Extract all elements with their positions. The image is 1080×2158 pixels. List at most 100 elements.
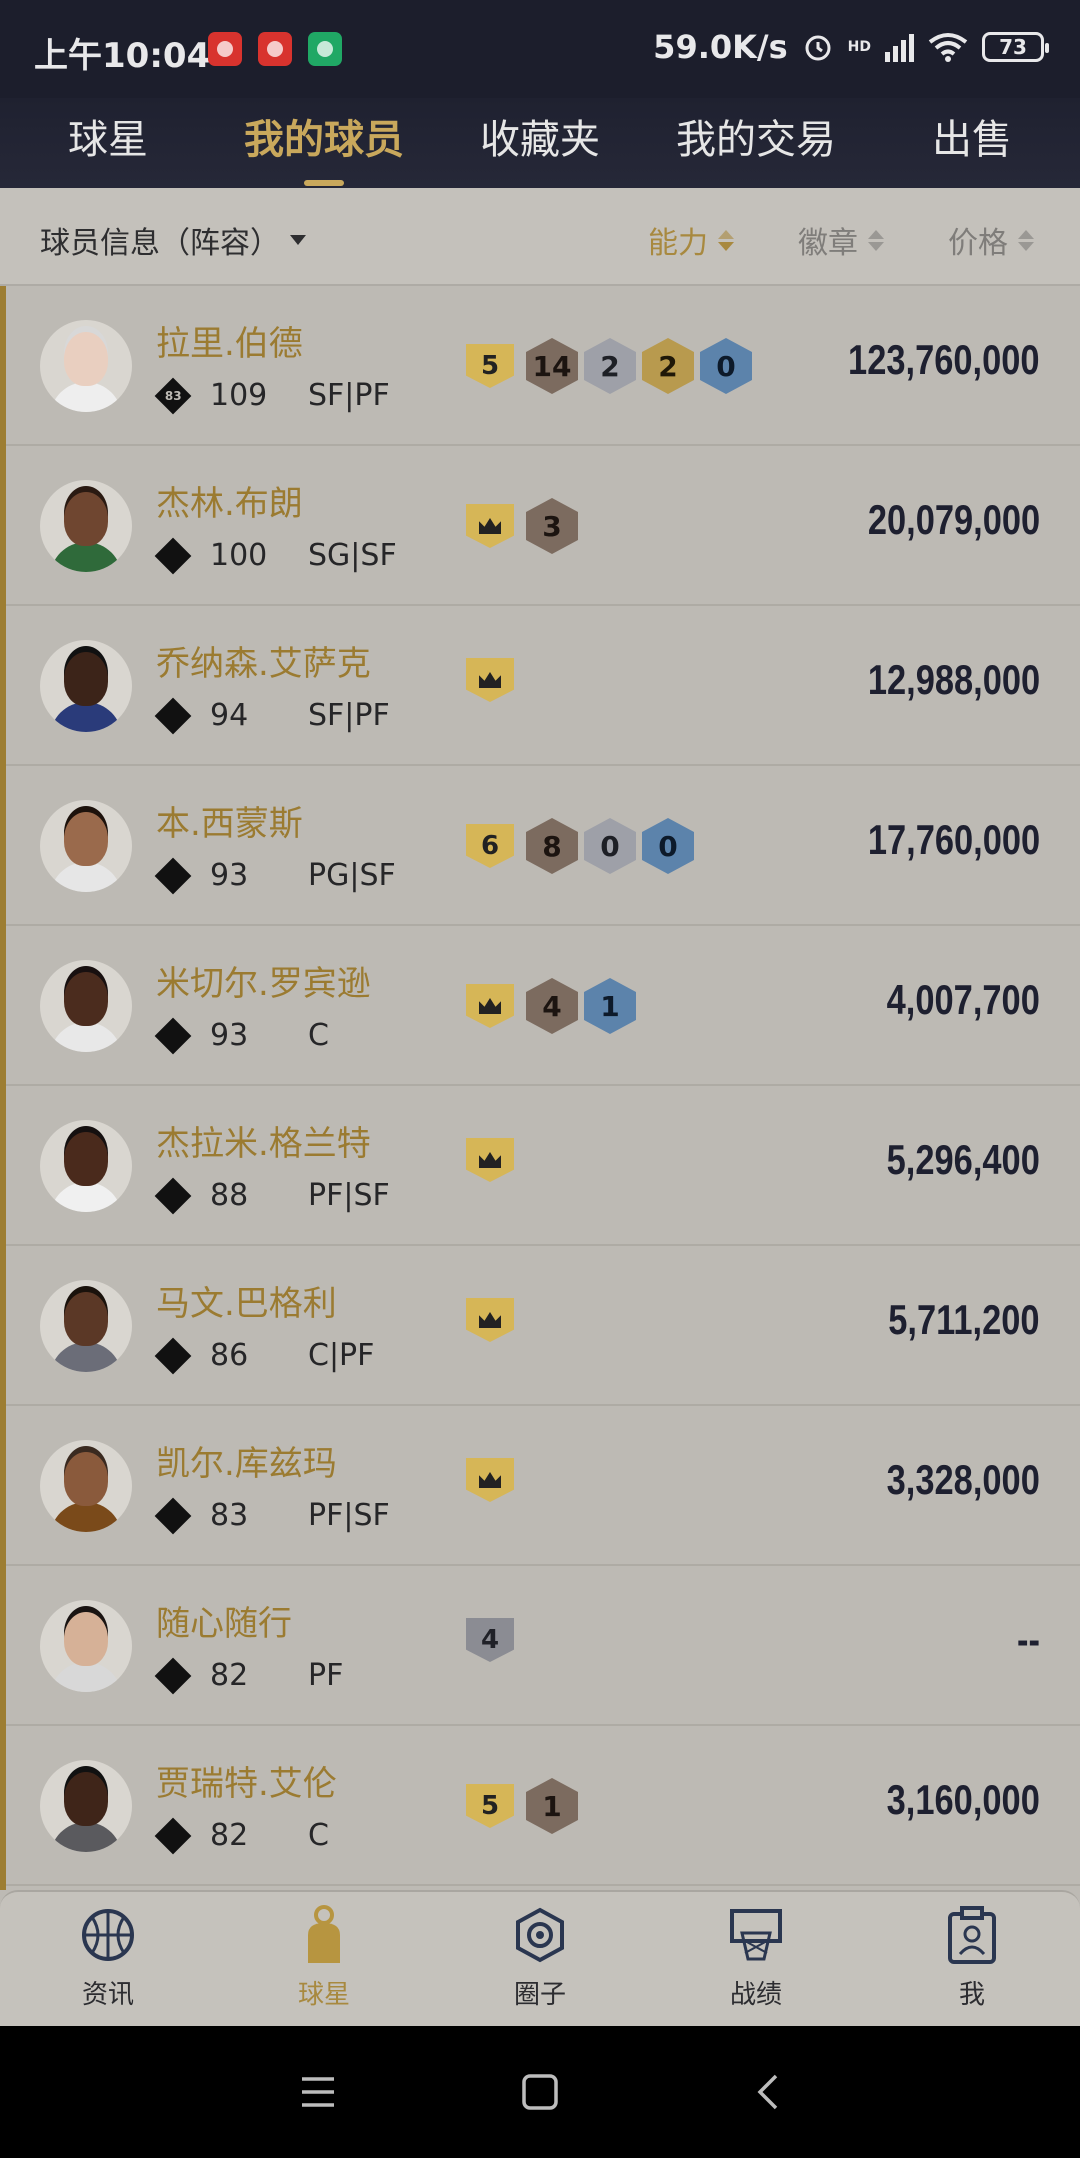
player-name: 马文.巴格利	[156, 1284, 337, 1324]
badge-group: 41	[466, 978, 636, 1034]
notification-app-icon	[258, 32, 292, 66]
bronze-badge-count: 4	[526, 978, 578, 1034]
blue-badge-count: 0	[700, 338, 752, 394]
badge-group: 5 14 2 2 0	[466, 338, 752, 394]
player-info: 82 C	[154, 1817, 329, 1854]
player-info: 88 PF|SF	[154, 1177, 390, 1214]
caret-down-icon	[290, 235, 306, 245]
player-row[interactable]: 拉里.伯德 83 109 SF|PF 5 14 2 2 0 123,760,000	[0, 286, 1080, 446]
rating-diamond-icon: 83	[154, 377, 192, 414]
nav-circle[interactable]: 圈子	[432, 1892, 648, 2026]
player-avatar	[40, 1600, 132, 1692]
player-price: 20,079,000	[867, 496, 1040, 543]
player-position: PG|SF	[308, 858, 396, 893]
player-position: C|PF	[308, 1338, 375, 1373]
tab-my-players[interactable]: 我的球员	[216, 98, 432, 188]
sort-price[interactable]: 价格	[948, 218, 1034, 262]
rating-diamond-icon	[154, 1337, 192, 1374]
crown-tier-icon	[466, 504, 514, 548]
player-row[interactable]: 米切尔.罗宾逊 93 C 4 1 4,007,700	[0, 926, 1080, 1086]
nav-me[interactable]: 我	[864, 1892, 1080, 2026]
player-avatar	[40, 1280, 132, 1372]
player-row[interactable]: 乔纳森.艾萨克 94 SF|PF 12,988,000	[0, 606, 1080, 766]
player-price: 5,711,200	[888, 1296, 1040, 1343]
player-avatar	[40, 1760, 132, 1852]
nav-record[interactable]: 战绩	[648, 1892, 864, 2026]
bronze-badge-count: 14	[526, 338, 578, 394]
rating-diamond-icon	[154, 1017, 192, 1054]
player-overall: 100	[210, 538, 268, 573]
tab-stars[interactable]: 球星	[0, 98, 216, 188]
nav-news[interactable]: 资讯	[0, 1892, 216, 2026]
badge-group: 6800	[466, 818, 694, 874]
player-position: SF|PF	[308, 698, 390, 733]
player-overall: 86	[210, 1338, 249, 1373]
tab-my-trades[interactable]: 我的交易	[648, 98, 864, 188]
gold-badge-count: 2	[642, 338, 694, 394]
rating-diamond-icon	[154, 857, 192, 894]
badge-group	[466, 1298, 520, 1342]
home-icon[interactable]	[514, 2066, 566, 2118]
alarm-icon	[805, 35, 831, 61]
player-position: PF	[308, 1658, 344, 1693]
player-avatar	[40, 320, 132, 412]
bottom-nav: 资讯 球星 圈子 战绩 我	[0, 1890, 1080, 2026]
silver-badge-count: 2	[584, 338, 636, 394]
battery-icon: 73	[982, 32, 1049, 62]
rating-diamond-icon	[154, 1497, 192, 1534]
nav-stars[interactable]: 球星	[216, 1892, 432, 2026]
player-row[interactable]: 贾瑞特.艾伦 82 C 5 1 3,160,000	[0, 1726, 1080, 1886]
player-name: 凯尔.库兹玛	[156, 1444, 337, 1484]
tab-sell[interactable]: 出售	[864, 98, 1080, 188]
sort-bar: 球员信息（阵容） 能力 徽章 价格	[0, 188, 1080, 286]
player-price: 5,296,400	[886, 1136, 1040, 1183]
sort-arrows-icon	[868, 229, 884, 251]
player-position: C	[308, 1018, 329, 1053]
notification-app-icon	[208, 32, 242, 66]
player-row[interactable]: 杰林.布朗 100 SG|SF 3 20,079,000	[0, 446, 1080, 606]
player-info: 93 C	[154, 1017, 329, 1054]
player-info: 100 SG|SF	[154, 537, 397, 574]
player-position: C	[308, 1818, 329, 1853]
player-name: 乔纳森.艾萨克	[156, 644, 371, 684]
player-overall: 94	[210, 698, 249, 733]
player-row[interactable]: 随心随行 82 PF 4 --	[0, 1566, 1080, 1726]
player-overall: 93	[210, 1018, 249, 1053]
player-avatar	[40, 800, 132, 892]
badge-group	[466, 1458, 520, 1502]
sort-player-info[interactable]: 球员信息（阵容）	[40, 218, 306, 262]
rating-diamond-icon	[154, 697, 192, 734]
player-price: --	[1017, 1616, 1040, 1663]
player-row[interactable]: 马文.巴格利 86 C|PF 5,711,200	[0, 1246, 1080, 1406]
sort-ability[interactable]: 能力	[648, 218, 734, 262]
player-info: 83 109 SF|PF	[154, 377, 390, 414]
circle-icon	[511, 1906, 569, 1964]
menu-icon[interactable]	[292, 2066, 344, 2118]
player-price: 3,160,000	[886, 1776, 1040, 1823]
player-row[interactable]: 凯尔.库兹玛 83 PF|SF 3,328,000	[0, 1406, 1080, 1566]
player-row[interactable]: 本.西蒙斯 93 PG|SF 6 8 0 0 17,760,000	[0, 766, 1080, 926]
player-info: 82 PF	[154, 1657, 344, 1694]
player-name: 贾瑞特.艾伦	[156, 1764, 337, 1804]
hoop-icon	[727, 1906, 785, 1964]
badge-group	[466, 1138, 520, 1182]
player-position: SF|PF	[308, 378, 390, 413]
tab-favorites[interactable]: 收藏夹	[432, 98, 648, 188]
blue-badge-count: 0	[642, 818, 694, 874]
sort-badge[interactable]: 徽章	[798, 218, 884, 262]
top-tab-bar: 球星 我的球员 收藏夹 我的交易 出售	[0, 98, 1080, 188]
player-avatar	[40, 1120, 132, 1212]
player-row[interactable]: 杰拉米.格兰特 88 PF|SF 5,296,400	[0, 1086, 1080, 1246]
player-price: 3,328,000	[886, 1456, 1040, 1503]
badge-group	[466, 658, 520, 702]
crown-tier-icon	[466, 1458, 514, 1502]
crown-tier-icon	[466, 1138, 514, 1182]
player-list[interactable]: 拉里.伯德 83 109 SF|PF 5 14 2 2 0 123,760,000 杰林.布朗 100…	[0, 286, 1080, 1890]
player-position: SG|SF	[308, 538, 397, 573]
bronze-badge-count: 3	[526, 498, 578, 554]
back-icon[interactable]	[742, 2066, 794, 2118]
status-indicators: 59.0K/s HD 73	[653, 28, 1049, 66]
player-info: 83 PF|SF	[154, 1497, 390, 1534]
player-info: 93 PG|SF	[154, 857, 396, 894]
player-overall: 82	[210, 1818, 249, 1853]
